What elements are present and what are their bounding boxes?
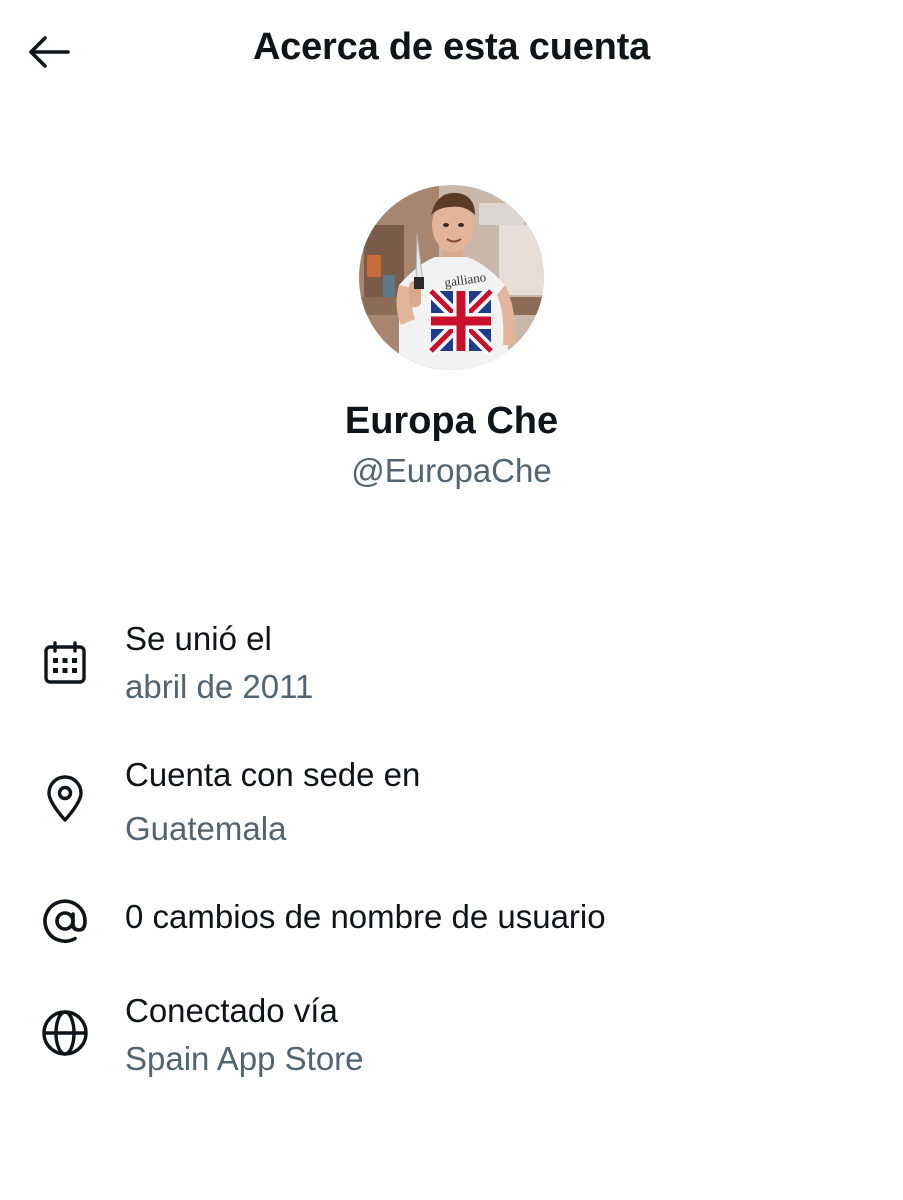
joined-value: abril de 2011 [125,668,314,705]
page-title: Acerca de esta cuenta [252,26,651,68]
username-handle: @EuropaChe [351,452,552,489]
location-value: Guatemala [125,810,287,847]
connected-via-value: Spain App Store [125,1040,364,1077]
connected-via-row: Conectado vía Spain App Store [0,992,903,1082]
joined-date-row: Se unió el abril de 2011 [0,620,903,710]
location-pin-icon [40,774,90,824]
calendar-icon [40,638,90,688]
avatar: galliano [359,185,544,370]
username-changes-label: 0 cambios de nombre de usuario [125,898,606,935]
connected-via-label: Conectado vía [125,992,338,1029]
account-location-row: Cuenta con sede en Guatemala [0,756,903,847]
avatar-photo: galliano [359,185,544,370]
username-changes-row: 0 cambios de nombre de usuario [0,896,903,946]
joined-label: Se unió el [125,620,272,657]
globe-icon [40,1008,90,1058]
at-sign-icon [40,896,90,946]
location-label: Cuenta con sede en [125,756,421,793]
display-name: Europa Che [344,400,559,442]
